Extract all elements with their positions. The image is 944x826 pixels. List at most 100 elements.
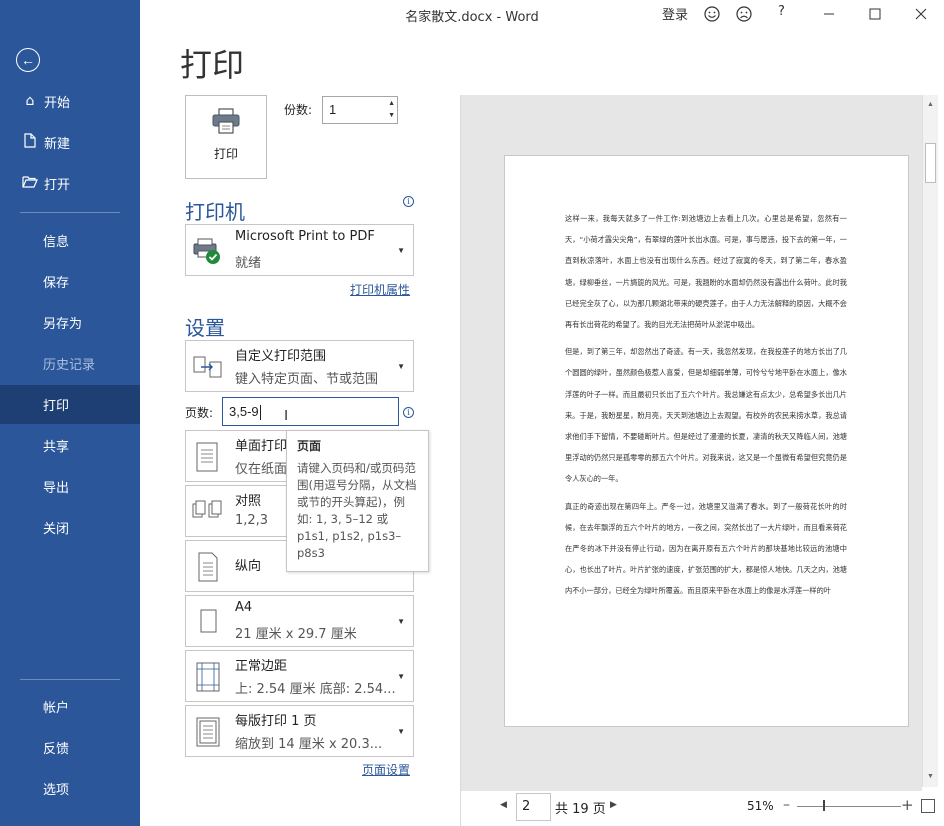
orientation-title: 纵向: [235, 559, 262, 574]
printer-dropdown[interactable]: Microsoft Print to PDF 就绪 ▼: [185, 224, 414, 276]
sidebar-item-share[interactable]: 共享: [0, 426, 140, 464]
total-pages: 共 19 页: [555, 802, 606, 817]
maximize-icon[interactable]: [866, 5, 884, 23]
preview-page: 这样一来，我每天就多了一件工作:到池塘边上去看上几次。心里总是希望，忽然有一天，…: [504, 155, 909, 727]
signin-link[interactable]: 登录: [662, 4, 688, 23]
sidebar-item-open[interactable]: 打开: [0, 164, 140, 202]
sidebar-item-label: 导出: [43, 480, 70, 496]
ibeam-cursor-icon: I: [284, 407, 289, 424]
pages-value: 3,5-9: [229, 404, 259, 419]
spin-up-icon[interactable]: ▲: [388, 100, 395, 108]
paper-description: 21 厘米 x 29.7 厘米: [235, 627, 357, 642]
zoom-slider[interactable]: [797, 806, 901, 807]
sides-description: 仅在纸面: [235, 462, 288, 477]
home-icon: ⌂: [25, 93, 35, 109]
sidebar-item-history: 历史记录: [0, 344, 140, 382]
pages-input[interactable]: 3,5-9 I: [222, 397, 399, 426]
copies-value: 1: [329, 102, 337, 117]
info-icon[interactable]: i: [403, 407, 414, 418]
sidebar-item-info[interactable]: 信息: [0, 221, 140, 259]
collate-title: 对照: [235, 494, 262, 509]
one-sided-icon: [192, 441, 224, 473]
sidebar-item-label: 反馈: [43, 741, 70, 757]
zoom-slider-thumb[interactable]: [823, 800, 825, 811]
range-title: 自定义打印范围: [235, 349, 327, 364]
sidebar-item-feedback[interactable]: 反馈: [0, 728, 140, 766]
sidebar-item-label: 打印: [43, 399, 70, 414]
print-button-label: 打印: [213, 147, 238, 161]
collate-icon: [192, 496, 224, 528]
zoom-percentage[interactable]: 51%: [747, 799, 774, 813]
sidebar-item-save-as[interactable]: 另存为: [0, 303, 140, 341]
help-button[interactable]: ?: [778, 4, 785, 19]
pages-per-sheet-dropdown[interactable]: 每版打印 1 页 缩放到 14 厘米 x 20.3... ▼: [185, 705, 414, 757]
sidebar-item-label: 开始: [44, 95, 71, 111]
paper-title: A4: [235, 600, 253, 615]
smile-icon[interactable]: [703, 5, 721, 23]
current-page-input[interactable]: 2: [516, 793, 551, 821]
close-icon[interactable]: [912, 5, 930, 23]
next-page-icon[interactable]: ▶: [610, 800, 617, 810]
portrait-icon: [192, 551, 224, 583]
sidebar-item-new[interactable]: 新建: [0, 123, 140, 161]
sidebar-item-label: 打开: [44, 177, 71, 193]
collate-description: 1,2,3: [235, 513, 269, 528]
sidebar-item-print[interactable]: 打印: [0, 385, 140, 424]
sides-title: 单面打印: [235, 439, 288, 454]
back-arrow-icon[interactable]: ←: [16, 48, 40, 72]
copies-label: 份数:: [284, 103, 313, 117]
sidebar-item-label: 保存: [43, 275, 70, 291]
sidebar-item-home[interactable]: ⌂ 开始: [0, 82, 140, 120]
tooltip-body: 请键入页码和/或页码范围(用逗号分隔，从文档或节的开头算起)，例如: 1, 3,…: [297, 461, 417, 560]
dropdown-arrow-icon: ▼: [397, 672, 405, 681]
copies-input[interactable]: 1 ▲ ▼: [322, 96, 398, 124]
dropdown-arrow-icon: ▼: [397, 727, 405, 736]
margins-dropdown[interactable]: 正常边距 上: 2.54 厘米 底部: 2.54... ▼: [185, 650, 414, 702]
tooltip-title: 页面: [297, 439, 322, 453]
sidebar-item-account[interactable]: 帐户: [0, 687, 140, 725]
paper-size-dropdown[interactable]: A4 21 厘米 x 29.7 厘米 ▼: [185, 595, 414, 647]
pages-tooltip: 页面 请键入页码和/或页码范围(用逗号分隔，从文档或节的开头算起)，例如: 1,…: [286, 430, 429, 572]
printer-icon: [210, 108, 242, 139]
sidebar-item-label: 关闭: [43, 521, 70, 537]
margins-description: 上: 2.54 厘米 底部: 2.54...: [235, 682, 396, 697]
per-sheet-title: 每版打印 1 页: [235, 714, 317, 729]
printer-section-title: 打印机: [185, 200, 245, 224]
sidebar-divider: [20, 679, 120, 680]
scroll-up-icon[interactable]: ▲: [923, 97, 938, 113]
new-document-icon: [20, 132, 40, 152]
custom-range-icon: [192, 351, 224, 383]
margins-icon: [192, 661, 224, 693]
sidebar-item-label: 新建: [44, 136, 71, 152]
printer-properties-link[interactable]: 打印机属性: [350, 281, 410, 298]
sidebar-item-export[interactable]: 导出: [0, 467, 140, 505]
sidebar-item-label: 历史记录: [43, 357, 96, 373]
margins-title: 正常边距: [235, 659, 288, 674]
preview-paragraph: 真正的奇迹出现在第四年上。严冬一过，池塘里又溢满了春水。到了一般荷花长叶的时候，…: [565, 501, 847, 596]
dropdown-arrow-icon: ▼: [397, 246, 405, 255]
zoom-to-page-icon[interactable]: [921, 799, 935, 813]
page-setup-link[interactable]: 页面设置: [362, 761, 410, 778]
zoom-in-icon[interactable]: +: [901, 796, 914, 814]
sidebar-item-close[interactable]: 关闭: [0, 508, 140, 546]
backstage-sidebar: ← ⌂ 开始 新建 打开 信息 保存 另存为 历史记录 打印 共享 导出 关闭: [0, 0, 140, 826]
scroll-thumb[interactable]: [925, 143, 936, 183]
preview-page-body: 这样一来，我每天就多了一件工作:到池塘边上去看上几次。心里总是希望，忽然有一天，…: [565, 208, 847, 622]
spin-down-icon[interactable]: ▼: [388, 112, 395, 120]
window-title: 名家散文.docx - Word: [405, 10, 539, 25]
sidebar-item-save[interactable]: 保存: [0, 262, 140, 300]
scroll-down-icon[interactable]: ▼: [923, 769, 938, 785]
zoom-out-icon[interactable]: –: [783, 797, 790, 813]
minimize-icon[interactable]: [820, 5, 838, 23]
frown-icon[interactable]: [735, 5, 753, 23]
print-button[interactable]: 打印: [185, 95, 267, 179]
preview-paragraph: 这样一来，我每天就多了一件工作:到池塘边上去看上几次。心里总是希望，忽然有一天，…: [565, 214, 847, 330]
printer-status: 就绪: [235, 256, 262, 271]
sidebar-item-options[interactable]: 选项: [0, 769, 140, 807]
print-range-dropdown[interactable]: 自定义打印范围 键入特定页面、节或范围 ▼: [185, 340, 414, 392]
vertical-scrollbar[interactable]: ▲ ▼: [922, 95, 938, 787]
page-title: 打印: [180, 46, 245, 84]
preview-paragraph: 但是，到了第三年，却忽然出了奇迹。有一天，我忽然发现，在我投莲子的地方长出了几个…: [565, 347, 847, 484]
info-icon[interactable]: i: [403, 196, 414, 207]
previous-page-icon[interactable]: ◀: [500, 800, 507, 810]
